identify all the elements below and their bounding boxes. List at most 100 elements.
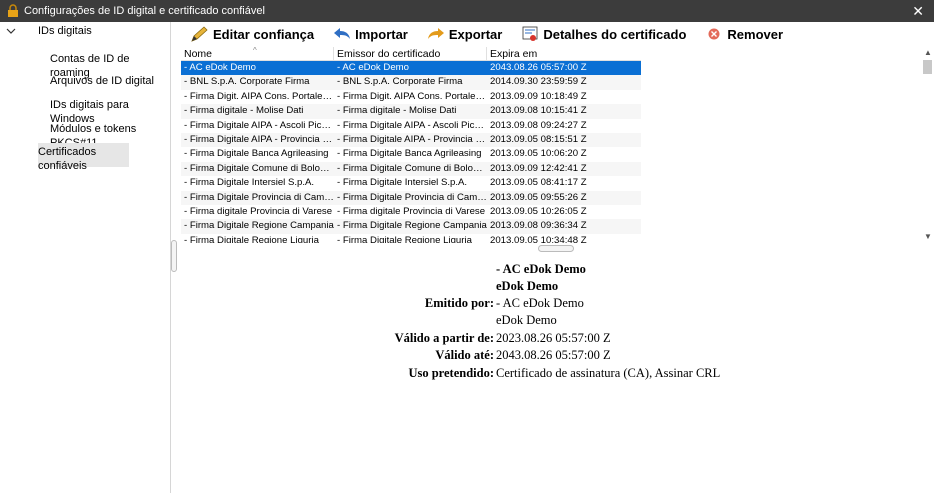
table-body: - AC eDok Demo - AC eDok Demo 2043.08.26 0… <box>181 61 641 243</box>
cell-expires: 2013.09.05 10:06:20 Z <box>490 148 587 160</box>
table-row[interactable]: - Firma Digitale Regione Liguria - Firma … <box>181 234 641 243</box>
cell-name: - Firma Digitale AIPA - Ascoli Piceno <box>184 119 334 131</box>
cell-expires: 2013.09.05 10:26:05 Z <box>490 205 587 217</box>
table-row[interactable]: - AC eDok Demo - AC eDok Demo 2043.08.26 0… <box>181 61 641 76</box>
sidebar-item-trusted-certs[interactable]: Certificados confiáveis <box>38 143 129 172</box>
table-row[interactable]: - Firma Digitale Provincia di Campo... - … <box>181 190 641 205</box>
valid-to-label: Válido até: <box>435 348 494 362</box>
table-row[interactable]: - Firma Digitale Regione Campania - Firma… <box>181 219 641 234</box>
cell-issuer: - AC eDok Demo <box>337 62 409 73</box>
cell-issuer: - BNL S.p.A. Corporate Firma <box>337 76 463 88</box>
certificate-table: Nome ^ Emissor do certificado Expira em … <box>181 47 921 243</box>
column-header-expires[interactable]: Expira em <box>487 47 641 60</box>
cell-issuer: - Firma Digit. AIPA Cons. Portale S... <box>337 90 487 102</box>
cell-issuer: - Firma Digitale Intersiel S.p.A. <box>337 177 468 189</box>
intended-use-value: Certificado de assinatura (CA), Assinar … <box>496 366 721 380</box>
vertical-splitter-handle[interactable] <box>171 240 177 272</box>
sidebar-section-label: IDs digitais <box>38 25 92 37</box>
cell-issuer: - Firma Digitale Regione Campania <box>337 220 487 232</box>
cell-expires: 2043.08.26 05:57:00 Z <box>490 62 587 73</box>
cell-name: - AC eDok Demo <box>184 62 256 73</box>
certificate-details-button[interactable]: Detalhes do certificado <box>520 25 686 43</box>
cell-name: - Firma Digitale Banca Agrileasing <box>184 148 329 160</box>
cell-expires: 2014.09.30 23:59:59 Z <box>490 76 587 88</box>
cell-name: - Firma Digitale Regione Campania <box>184 220 334 232</box>
edit-trust-label: Editar confiança <box>213 26 315 42</box>
cell-name: - Firma Digit. AIPA Cons. Portale S... <box>184 90 334 102</box>
export-label: Exportar <box>448 26 503 42</box>
cell-expires: 2013.09.05 10:34:48 Z <box>490 234 587 243</box>
cell-expires: 2013.09.09 10:18:49 Z <box>490 90 587 102</box>
cell-name: - Firma Digitale AIPA - Provincia di ... <box>184 133 334 145</box>
table-row[interactable]: - Firma Digitale Comune di Bologna - Firm… <box>181 161 641 177</box>
remove-label: Remover <box>727 26 784 42</box>
cell-expires: 2013.09.05 08:41:17 Z <box>490 177 587 189</box>
table-row[interactable]: - Firma Digitale Intersiel S.p.A. - Firma… <box>181 176 641 190</box>
intended-use-label: Uso pretendido: <box>408 366 494 380</box>
scroll-down-icon[interactable]: ▼ <box>924 232 932 241</box>
issued-by-org: eDok Demo <box>496 313 557 327</box>
toolbar: Editar confiança Importar Exportar Detal… <box>180 23 801 45</box>
import-button[interactable]: Importar <box>332 25 408 43</box>
cell-issuer: - Firma Digitale Banca Agrileasing <box>337 148 482 160</box>
cell-name: - Firma Digitale Intersiel S.p.A. <box>184 177 315 189</box>
certificate-icon <box>522 26 538 41</box>
cell-expires: 2013.09.09 12:42:41 Z <box>490 162 587 174</box>
cell-issuer: - Firma Digitale AIPA - Provincia di ... <box>337 133 487 145</box>
subject-org: eDok Demo <box>496 279 559 293</box>
valid-from-label: Válido a partir de: <box>394 331 494 345</box>
certificate-details-label: Detalhes do certificado <box>543 26 687 42</box>
sidebar-item-id-files[interactable]: Arquivos de ID digital <box>50 72 154 90</box>
issued-by-label: Emitido por: <box>424 296 494 310</box>
cell-name: - Firma Digitale Regione Liguria <box>184 234 319 243</box>
cell-expires: 2013.09.08 09:24:27 Z <box>490 119 587 131</box>
lock-icon <box>8 4 18 17</box>
cell-name: - Firma digitale - Molise Dati <box>184 105 304 117</box>
window-title: Configurações de ID digital e certificad… <box>24 5 265 17</box>
cell-issuer: - Firma Digitale Regione Liguria <box>337 234 472 243</box>
table-row[interactable]: - Firma Digit. AIPA Cons. Portale S... - … <box>181 90 641 104</box>
import-label: Importar <box>355 26 408 42</box>
sidebar: IDs digitais Contas de ID de roaming Arq… <box>0 22 171 493</box>
edit-trust-button[interactable]: Editar confiança <box>190 25 314 43</box>
cell-issuer: - Firma Digitale Comune di Bologna <box>337 162 487 174</box>
vertical-scrollbar[interactable]: ▲ ▼ <box>921 47 934 243</box>
issued-by-name: - AC eDok Demo <box>496 296 584 310</box>
valid-from-value: 2023.08.26 05:57:00 Z <box>496 331 611 345</box>
scroll-up-icon[interactable]: ▲ <box>924 48 932 57</box>
cell-issuer: - Firma digitale Provincia di Varese <box>337 205 486 217</box>
valid-to-value: 2043.08.26 05:57:00 Z <box>496 348 611 362</box>
cell-name: - Firma digitale Provincia di Varese <box>184 205 333 217</box>
title-bar: Configurações de ID digital e certificad… <box>0 0 934 22</box>
cell-issuer: - Firma digitale - Molise Dati <box>337 105 457 117</box>
cell-issuer: - Firma Digitale Provincia di Campo... <box>337 191 487 203</box>
export-button[interactable]: Exportar <box>426 25 502 43</box>
table-row[interactable]: - Firma Digitale Banca Agrileasing - Firm… <box>181 147 641 161</box>
cell-issuer: - Firma Digitale AIPA - Ascoli Piceno <box>337 119 487 131</box>
table-row[interactable]: - Firma Digitale AIPA - Provincia di ...… <box>181 132 641 148</box>
remove-button[interactable]: Remover <box>704 25 783 43</box>
horizontal-splitter-handle[interactable] <box>538 245 574 252</box>
pencil-icon <box>191 26 208 42</box>
subject-name: - AC eDok Demo <box>496 262 586 276</box>
scrollbar-thumb[interactable] <box>923 60 932 74</box>
cell-name: - Firma Digitale Provincia di Campo... <box>184 191 334 203</box>
table-header: Nome ^ Emissor do certificado Expira em <box>181 47 641 61</box>
remove-icon <box>708 28 720 40</box>
table-row[interactable]: - BNL S.p.A. Corporate Firma - BNL S.p.A.… <box>181 75 641 90</box>
sidebar-section-digital-ids[interactable]: IDs digitais <box>0 22 171 42</box>
export-arrow-icon <box>427 28 444 39</box>
cell-expires: 2013.09.05 09:55:26 Z <box>490 191 587 203</box>
cell-name: - Firma Digitale Comune di Bologna <box>184 162 334 174</box>
cell-expires: 2013.09.08 09:36:34 Z <box>490 220 587 232</box>
column-header-name[interactable]: Nome ^ <box>181 47 334 60</box>
close-icon[interactable]: ✕ <box>912 3 924 20</box>
import-arrow-icon <box>334 28 351 39</box>
table-row[interactable]: - Firma digitale Provincia di Varese - Fi… <box>181 205 641 219</box>
column-header-issuer[interactable]: Emissor do certificado <box>334 47 487 60</box>
table-row[interactable]: - Firma digitale - Molise Dati - Firma di… <box>181 104 641 119</box>
table-row[interactable]: - Firma Digitale AIPA - Ascoli Piceno - F… <box>181 119 641 133</box>
cell-expires: 2013.09.05 08:15:51 Z <box>490 133 587 145</box>
chevron-down-icon[interactable] <box>6 26 16 36</box>
cell-expires: 2013.09.08 10:15:41 Z <box>490 105 587 117</box>
